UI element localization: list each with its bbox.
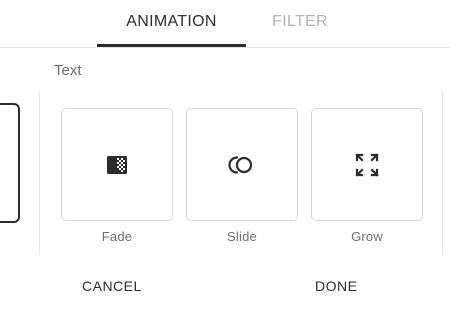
option-divider-right	[442, 92, 443, 255]
option-divider-left	[39, 92, 40, 255]
cancel-button[interactable]: CANCEL	[82, 278, 142, 294]
slide-icon	[228, 155, 253, 174]
tab-animation[interactable]: ANIMATION	[97, 13, 246, 35]
grow-option[interactable]	[311, 108, 423, 221]
slide-label: Slide	[227, 229, 257, 244]
selected-option-card[interactable]	[0, 103, 20, 223]
slide-option[interactable]	[186, 108, 298, 221]
fade-label: Fade	[101, 229, 133, 244]
section-label: Text	[54, 62, 82, 79]
tab-bar-divider	[0, 47, 450, 48]
grow-label: Grow	[351, 229, 383, 244]
grow-icon	[355, 152, 379, 177]
fade-option[interactable]	[61, 108, 173, 221]
fade-icon	[107, 155, 127, 174]
tab-filter[interactable]: FILTER	[256, 13, 344, 35]
done-button[interactable]: DONE	[315, 278, 357, 294]
